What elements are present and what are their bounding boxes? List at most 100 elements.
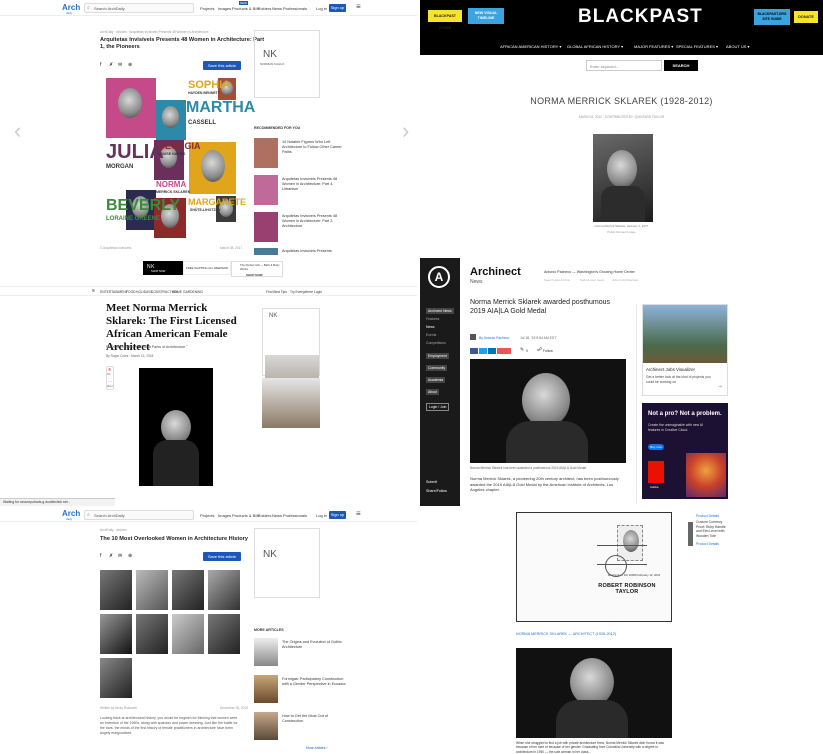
author-link[interactable]: By Antonio Pacheco xyxy=(479,336,509,340)
facebook-icon[interactable]: f xyxy=(100,62,101,68)
nav-news[interactable]: News xyxy=(272,513,282,518)
more-icon[interactable]: ⋯ xyxy=(108,379,112,384)
login-link[interactable]: Login xyxy=(314,290,322,294)
nav-projects[interactable]: Projects xyxy=(200,513,214,518)
more-articles-link[interactable]: More Articles › xyxy=(306,746,328,750)
sidebar-ad[interactable]: NK NORMAN KAHLO xyxy=(254,30,320,98)
article-link[interactable]: NORMA MERRICK SKLAREK — ARCHITECT (1926-… xyxy=(516,632,616,636)
login-join-button[interactable]: Login / Join xyxy=(426,403,450,411)
more-article-link[interactable]: The Origins and Evolution of Gothic Arch… xyxy=(282,640,350,650)
more-thumb[interactable] xyxy=(254,675,278,703)
menu-icon[interactable]: ≡ xyxy=(356,509,361,518)
share-icon[interactable]: ⊕ xyxy=(128,62,132,68)
recommended-link[interactable]: Arquitetas Invisíveis Presents 48 Women … xyxy=(282,214,350,229)
product-thumb[interactable] xyxy=(688,522,693,546)
save-article-button[interactable]: Save this article xyxy=(203,61,241,70)
twitter-button[interactable] xyxy=(479,348,487,354)
nav-about-us[interactable]: ABOUT US ▾ xyxy=(726,44,750,49)
search-input[interactable]: Enter keyword... xyxy=(586,60,662,71)
nav-professionals[interactable]: Professionals xyxy=(283,513,307,518)
twitter-icon[interactable]: ✗ xyxy=(109,62,113,68)
mail-icon[interactable]: ✉ xyxy=(118,553,122,559)
nav-images[interactable]: Images xyxy=(218,6,231,11)
sidebar-ad[interactable]: NK xyxy=(262,308,320,415)
nav-item[interactable]: HOME xyxy=(172,290,182,294)
top-link[interactable]: Search jobs & firms xyxy=(544,278,570,282)
twitter-icon[interactable]: ✗ xyxy=(109,553,113,559)
nav-item[interactable]: ENTERTAINMENT xyxy=(100,290,128,294)
jobs-visualizer-card[interactable]: Archinect Jobs Visualizer Get a better l… xyxy=(642,304,728,396)
nav-item[interactable]: GARDENING xyxy=(183,290,203,294)
recommended-thumb[interactable] xyxy=(254,212,278,242)
nav-professionals[interactable]: Professionals xyxy=(283,6,307,11)
sidebar-item[interactable]: Features xyxy=(426,317,439,321)
share-button[interactable] xyxy=(497,348,511,354)
ad-middle[interactable]: FREE SHIPPING ALL WEEKEND xyxy=(183,261,231,275)
more-thumb[interactable] xyxy=(254,712,278,740)
product-title[interactable]: Custom Currency Proof: Ruby Handle and E… xyxy=(696,520,732,538)
sidebar-item[interactable]: Employment xyxy=(426,353,449,359)
product-details-link[interactable]: Product Details xyxy=(696,542,719,546)
blackpast-logo[interactable]: BLACKPAST xyxy=(578,6,703,28)
login-link[interactable]: Log in xyxy=(316,6,327,11)
share-icon[interactable]: ⊕ xyxy=(128,553,132,559)
nav-images[interactable]: Images xyxy=(218,513,231,518)
nav-folders[interactable]: Folders xyxy=(258,513,271,518)
adobe-ad[interactable]: Not a pro? Not a problem. Create the uni… xyxy=(642,403,728,499)
site-guide-button[interactable]: BLACKPAST.ORG SITE GUIDE xyxy=(754,9,790,25)
facebook-icon[interactable]: f xyxy=(100,553,101,559)
signup-button[interactable]: Sign up xyxy=(329,4,346,12)
archinect-logo[interactable]: A xyxy=(428,266,450,288)
mail-icon[interactable]: ✉ xyxy=(118,62,122,68)
more-thumb[interactable] xyxy=(254,638,278,666)
recommended-thumb[interactable] xyxy=(254,138,278,168)
search-input[interactable]: ⌕ Search ArchDaily xyxy=(84,510,194,520)
nav-projects[interactable]: Projects xyxy=(200,6,214,11)
donate-button[interactable]: DONATE xyxy=(794,11,818,23)
facebook-button[interactable] xyxy=(470,348,478,354)
recommended-thumb[interactable] xyxy=(254,175,278,205)
sidebar-item[interactable]: Community xyxy=(426,365,448,371)
login-link[interactable]: Log in xyxy=(316,513,327,518)
ad-right[interactable]: The Perfect Gift — Bath & Body Works SHO… xyxy=(231,261,283,277)
recommended-link[interactable]: Arquitetas Invisíveis Presents xyxy=(282,249,350,254)
nav-news[interactable]: News xyxy=(272,6,282,11)
signup-button[interactable]: Sign up xyxy=(329,511,346,519)
nav-products[interactable]: Products & BIM xyxy=(232,6,260,11)
sidebar-ad[interactable]: NK xyxy=(254,528,320,598)
sidebar-item[interactable]: Events xyxy=(426,333,436,337)
follow-icon[interactable]: ☍ xyxy=(537,347,542,353)
recommended-link[interactable]: 10 Notable Figures Who Left Architecture… xyxy=(282,140,350,155)
nav-item[interactable]: FOOD xyxy=(126,290,136,294)
sidebar-item[interactable]: News xyxy=(426,325,434,329)
nav-special-features[interactable]: SPECIAL FEATURES ▾ xyxy=(676,44,718,49)
sidebar-item[interactable]: Competitions xyxy=(426,341,446,345)
nav-products[interactable]: Products & BIM xyxy=(232,513,260,518)
timeline-button[interactable]: NEW VISUAL TIMELINE xyxy=(468,8,504,24)
top-link[interactable]: Jobs in Architecture xyxy=(612,278,638,282)
sephora-ad[interactable]: NK SHOP NOW xyxy=(143,261,183,275)
search-input[interactable]: ⌕ Search ArchDaily xyxy=(84,3,194,13)
sidebar-item[interactable]: About xyxy=(426,389,439,395)
submit-link[interactable]: Submit xyxy=(426,480,437,484)
top-link[interactable]: Submit your news xyxy=(580,278,604,282)
prev-arrow-icon[interactable]: ‹ xyxy=(14,118,21,144)
follow-link[interactable]: Follow xyxy=(543,349,553,353)
nav-global-african-history[interactable]: GLOBAL AFRICAN HISTORY ▾ xyxy=(567,44,623,49)
linkedin-button[interactable] xyxy=(488,348,496,354)
search-button[interactable]: SEARCH xyxy=(664,60,698,71)
sidebar-item[interactable]: Academia xyxy=(426,377,446,383)
nav-item[interactable]: HOLIDAYS xyxy=(136,290,152,294)
recommended-thumb[interactable] xyxy=(254,248,278,255)
share-follow-link[interactable]: Share/Follow xyxy=(426,489,447,493)
nav-major-features[interactable]: MAJOR FEATURES ▾ xyxy=(634,44,673,49)
product-details-link[interactable]: Product Details xyxy=(696,514,719,518)
sidebar-item[interactable]: Archinect News xyxy=(426,308,454,314)
nav-right-item[interactable]: Find Best Tips xyxy=(266,290,287,294)
nav-right-item[interactable]: Try Everywhere xyxy=(290,290,313,294)
ad-buy-button[interactable]: Buy now xyxy=(648,444,664,450)
nav-folders[interactable]: Folders xyxy=(258,6,271,11)
archinect-wordmark[interactable]: Archinect xyxy=(470,266,521,278)
nav-african-american-history[interactable]: AFRICAN AMERICAN HISTORY ▾ xyxy=(500,44,561,49)
next-arrow-icon[interactable]: › xyxy=(402,118,409,144)
